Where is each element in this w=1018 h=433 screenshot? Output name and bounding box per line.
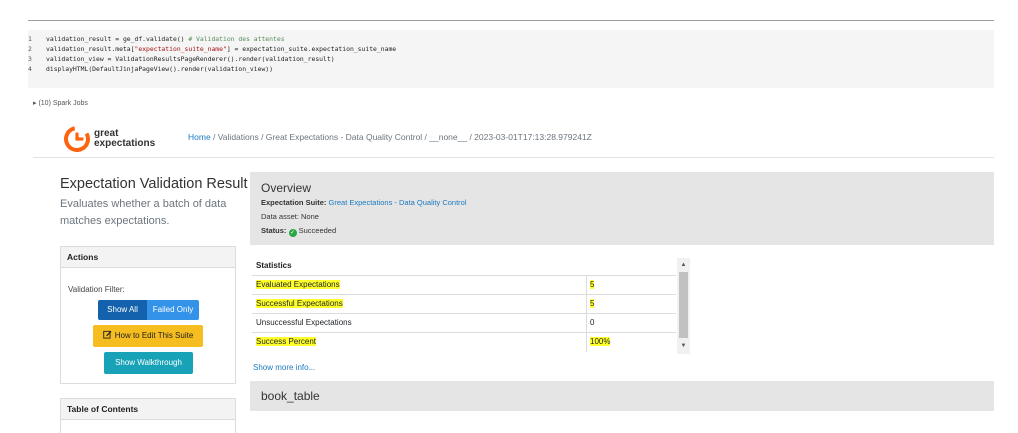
validation-filter-label: Validation Filter: [68,285,125,294]
stat-label: Success Percent [256,337,317,346]
statistics-scrollbar[interactable]: ▲ ▼ [677,258,690,354]
header-divider [33,157,994,158]
failed-only-button[interactable]: Failed Only [147,300,199,320]
overview-panel: Overview Expectation Suite: Great Expect… [250,172,994,245]
scroll-up-icon[interactable]: ▲ [677,260,690,270]
stat-value: 100% [590,337,611,346]
table-row: Evaluated Expectations 5 [252,275,676,295]
spark-jobs-toggle[interactable]: ▸ (10) Spark Jobs [33,99,88,107]
stat-label: Evaluated Expectations [256,280,340,289]
code-line-2: 2 validation_result.meta["expectation_sui… [28,45,397,53]
show-more-info-link[interactable]: Show more info... [253,363,315,372]
edit-suite-label: How to Edit This Suite [114,331,194,340]
cell-divider [586,276,587,295]
logo-wordmark: great expectations [94,128,156,149]
edit-suite-button[interactable]: How to Edit This Suite [93,325,203,347]
ge-logo[interactable]: great expectations [64,126,174,156]
breadcrumb-path: / Validations / Great Expectations - Dat… [210,132,592,142]
cell-divider [586,295,587,314]
table-row: Unsuccessful Expectations 0 [252,313,676,333]
table-row: Success Percent 100% [252,332,676,352]
stat-value: 5 [590,299,595,308]
cell-divider [586,333,587,352]
breadcrumb: Home / Validations / Great Expectations … [188,132,592,142]
page-title: Expectation Validation Result [60,176,248,192]
stat-label: Successful Expectations [256,299,343,308]
breadcrumb-home-link[interactable]: Home [188,132,211,142]
edit-icon [102,330,112,339]
check-circle-icon: ✓ [288,229,297,237]
stat-value: 0 [590,318,595,327]
statistics-table: Statistics Evaluated Expectations 5 Succ… [252,258,690,354]
expectation-suite-line: Expectation Suite: Great Expectations - … [261,198,467,207]
scrollbar-thumb[interactable] [679,272,688,338]
table-of-contents-card: Table of Contents [60,398,236,433]
expectation-suite-link[interactable]: Great Expectations - Data Quality Contro… [329,198,467,207]
code-line-3: 3 validation_view = ValidationResultsPage… [28,55,335,63]
show-walkthrough-button[interactable]: Show Walkthrough [104,352,193,374]
show-all-button[interactable]: Show All [98,300,147,320]
actions-heading: Actions [61,247,235,268]
actions-card: Actions Validation Filter: Show All Fail… [60,246,236,384]
statistics-heading: Statistics [256,261,292,270]
scroll-down-icon[interactable]: ▼ [677,341,690,351]
section-title: book_table [261,389,320,403]
overview-title: Overview [261,181,312,195]
code-cell[interactable]: 1 validation_result = ge_df.validate() # … [28,30,994,88]
stat-label: Unsuccessful Expectations [256,318,352,327]
cell-divider [586,314,587,333]
book-table-section: book_table [250,381,994,411]
status-value: Succeeded [298,226,337,235]
data-asset-line: Data asset: None [261,212,319,221]
top-divider [28,20,994,21]
code-line-4: 4 displayHTML(DefaultJinjaPageView().rend… [28,65,274,73]
table-row: Successful Expectations 5 [252,294,676,314]
page-description: Evaluates whether a batch of data matche… [60,198,227,227]
great-expectations-logo-icon [64,126,90,152]
stat-value: 5 [590,280,595,289]
toc-heading: Table of Contents [61,399,235,420]
code-line-1: 1 validation_result = ge_df.validate() # … [28,35,285,43]
status-line: Status: ✓ Succeeded [261,226,337,237]
